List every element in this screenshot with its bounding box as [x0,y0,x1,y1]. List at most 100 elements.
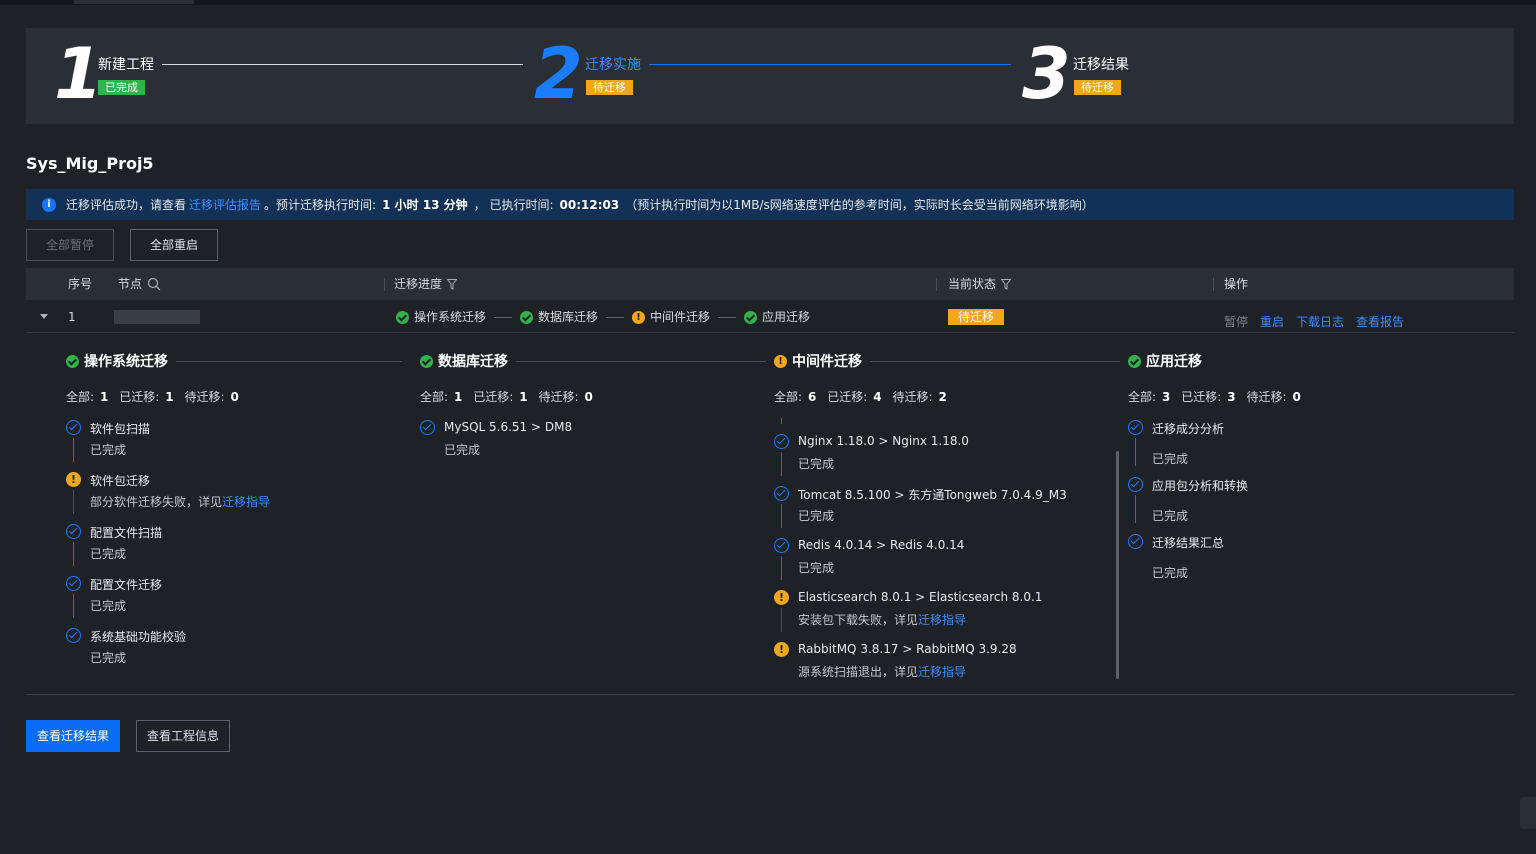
item-status-text: 安装包下载失败，详见 [798,613,919,627]
column-heading: 应用迁移 [1128,351,1202,371]
column-stats: 全部: 3 已迁移: 3 待迁移: 0 [1128,388,1308,405]
column-stats: 全部: 1 已迁移: 1 待迁移: 0 [420,388,600,405]
download-log-action[interactable]: 下载日志 [1296,313,1344,330]
assessment-report-link[interactable]: 迁移评估报告 [189,196,261,213]
stat-done-label: 已迁移: [119,390,160,404]
column-heading: ! 中间件迁移 [774,351,1120,371]
migration-guide-link[interactable]: 迁移指导 [918,665,966,679]
item-title: 软件包迁移 [90,474,151,488]
restart-all-button[interactable]: 全部重启 [130,229,218,261]
timeline-line [781,452,782,476]
view-report-action[interactable]: 查看报告 [1356,313,1404,330]
item-status: 已完成 [1152,509,1189,523]
side-panel-handle[interactable] [1520,797,1536,829]
item-title: 应用包分析和转换 [1152,479,1249,493]
check-icon [1128,477,1143,492]
stat-done-label: 已迁移: [827,390,868,404]
stat-done-label: 已迁移: [1181,390,1222,404]
timeline-line [781,608,782,632]
check-icon [1128,420,1143,435]
stat-pending: 0 [1292,390,1301,404]
column-title: 数据库迁移 [438,354,508,370]
warning-icon: ! [774,642,789,657]
restart-action[interactable]: 重启 [1260,313,1284,330]
top-tab-indicator [74,0,194,4]
item-status: 已完成 [798,509,835,523]
item-status: 已完成 [444,443,481,457]
step-status-badge: 待迁移 [586,80,633,95]
timeline-line [781,418,782,424]
info-estimate-value: 1 小时 13 分钟 [382,198,468,212]
collapse-caret-icon[interactable] [40,314,48,319]
pause-action[interactable]: 暂停 [1224,313,1248,330]
column-stats: 全部: 6 已迁移: 4 待迁移: 2 [774,388,954,405]
check-icon [774,434,789,449]
progress-steps: 操作系统迁移 数据库迁移 ! 中间件迁移 应用迁移 [396,301,810,333]
migration-guide-link[interactable]: 迁移指导 [222,495,270,509]
warning-icon: ! [66,472,81,487]
item-title: Elasticsearch 8.0.1 > Elasticsearch 8.0.… [798,590,1043,604]
search-icon[interactable] [147,277,161,291]
step-title: 新建工程 [98,57,154,73]
view-migration-result-button[interactable]: 查看迁移结果 [26,720,120,752]
column-divider [936,278,937,291]
check-icon [774,538,789,553]
stat-pending-label: 待迁移: [892,390,933,404]
col-status-header: 当前状态 [948,268,1012,300]
status-badge: 待迁移 [948,309,1005,325]
col-ops-label: 操作 [1224,277,1249,291]
warning-icon: ! [774,590,789,605]
filter-icon[interactable] [1001,278,1012,290]
step-title: 迁移结果 [1073,57,1129,73]
check-icon [774,486,789,501]
warning-icon: ! [632,310,646,324]
stat-pending-label: 待迁移: [538,390,579,404]
column-title: 应用迁移 [1146,354,1202,370]
step-status-badge: 待迁移 [1074,80,1121,95]
item-status: 已完成 [90,599,127,613]
row-index: 1 [68,310,76,324]
check-icon [66,420,81,435]
item-status: 已完成 [90,443,127,457]
item-status: 已完成 [90,651,127,665]
info-executed-label: ， 已执行时间: [473,198,554,212]
stat-total: 1 [454,390,463,404]
stat-total: 3 [1162,390,1171,404]
item-status: 安装包下载失败，详见迁移指导 [798,611,966,628]
col-index-label: 序号 [68,277,93,291]
stat-total: 1 [100,390,109,404]
check-icon [1128,534,1143,549]
stat-total: 6 [808,390,817,404]
progress-os: 操作系统迁移 [414,310,487,324]
item-status: 已完成 [90,547,127,561]
stat-pending: 0 [584,390,593,404]
timeline-line [73,542,74,566]
col-ops-header: 操作 [1224,268,1248,300]
success-icon [396,310,409,324]
timeline-line [781,504,782,528]
scrollbar-thumb[interactable] [1116,451,1119,679]
info-note: （预计执行时间为以1MB/s网络速度评估的参考时间，实际时长会受当前网络环境影响… [625,198,1094,212]
row-actions: 暂停 重启 下载日志 查看报告 [1224,313,1404,330]
stat-pending: 0 [230,390,239,404]
success-icon [420,354,433,368]
step-number: 1 [54,33,103,115]
item-status-text: 源系统扫描退出，详见 [798,665,919,679]
column-heading: 数据库迁移 [420,351,766,371]
view-project-info-button[interactable]: 查看工程信息 [136,720,230,752]
migration-guide-link[interactable]: 迁移指导 [918,613,966,627]
column-divider [1213,278,1214,291]
row-detail-panel: 操作系统迁移 全部: 1 已迁移: 1 待迁移: 0 软件包扫描 已完成 ! 软件包迁… [26,333,1514,695]
success-icon [66,354,79,368]
timeline-line [781,556,782,580]
progress-mw: 中间件迁移 [650,310,711,324]
pause-all-button[interactable]: 全部暂停 [26,229,114,261]
top-bar [0,0,1536,5]
heading-rule [176,360,402,362]
check-icon [66,628,81,643]
table-header: 序号 节点 迁移进度 当前状态 操作 [26,268,1514,300]
filter-icon[interactable] [447,278,458,290]
item-status: 已完成 [1152,452,1189,466]
item-status: 已完成 [1152,566,1189,580]
step-status-badge: 已完成 [98,80,145,95]
